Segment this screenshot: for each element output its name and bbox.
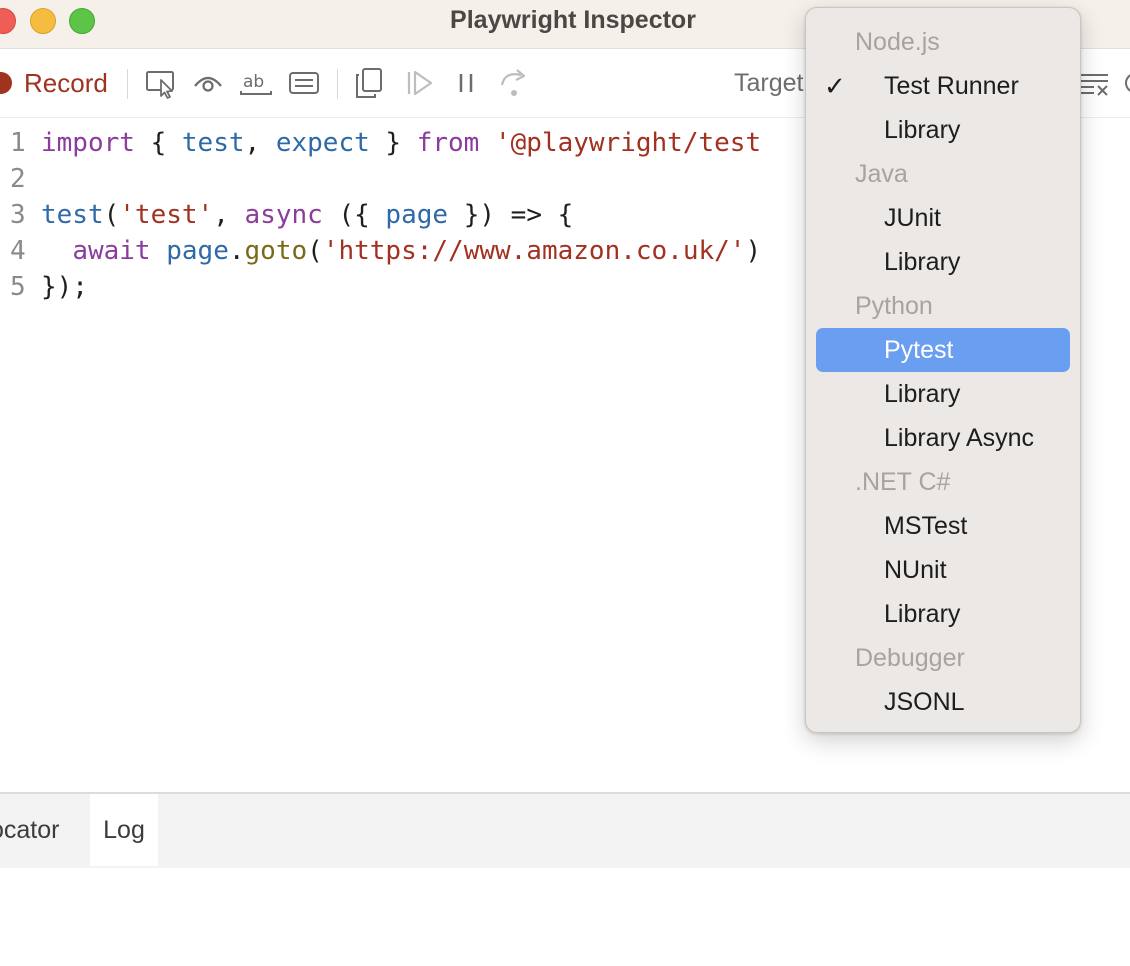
- code-token: page: [385, 200, 449, 230]
- menu-item-library[interactable]: Library: [816, 108, 1070, 152]
- tab-log[interactable]: Log: [90, 794, 158, 866]
- code-token: }: [369, 128, 417, 158]
- code-token: test: [41, 200, 104, 230]
- menu-group-label: Node.js: [855, 28, 940, 56]
- record-button[interactable]: Record: [24, 68, 108, 99]
- code-token: }) => {: [448, 200, 574, 230]
- menu-group-header: .NET C#: [816, 460, 1070, 504]
- code-token: ({: [322, 200, 386, 230]
- code-token: ,: [244, 128, 276, 158]
- toolbar-divider: [127, 69, 128, 99]
- menu-item-label: Test Runner: [884, 72, 1019, 100]
- assert-visibility-icon[interactable]: [191, 67, 225, 99]
- tab-locator[interactable]: ocator: [0, 794, 59, 866]
- menu-item-pytest[interactable]: Pytest: [816, 328, 1070, 372]
- pause-icon[interactable]: [449, 67, 483, 99]
- line-number: 3: [10, 200, 26, 230]
- menu-item-label: MSTest: [884, 512, 968, 540]
- code-token: ): [745, 236, 762, 266]
- code-token: ,: [213, 200, 245, 230]
- line-number: 4: [10, 236, 26, 266]
- record-icon[interactable]: [0, 72, 12, 94]
- line-number: 2: [10, 164, 26, 194]
- menu-item-library-async[interactable]: Library Async: [816, 416, 1070, 460]
- menu-group-label: Java: [855, 160, 908, 188]
- bottom-panel-tabs: ocator Log: [0, 792, 1130, 868]
- menu-item-label: Pytest: [884, 336, 954, 364]
- menu-group-header: Java: [816, 152, 1070, 196]
- code-token: goto: [244, 236, 308, 266]
- svg-text:ab: ab: [243, 72, 264, 92]
- menu-item-label: Library: [884, 380, 961, 408]
- assert-text-icon[interactable]: ab: [239, 67, 273, 99]
- code-token: test: [181, 128, 245, 158]
- clear-icon[interactable]: [1078, 69, 1112, 99]
- menu-group-label: Debugger: [855, 644, 965, 672]
- code-token: '@playwright/test: [495, 128, 762, 158]
- menu-item-label: Library Async: [884, 424, 1035, 452]
- line-number: 1: [10, 128, 26, 158]
- assert-value-icon[interactable]: [287, 67, 321, 99]
- checkmark-icon: ✓: [824, 71, 846, 101]
- menu-item-junit[interactable]: JUnit: [816, 196, 1070, 240]
- menu-item-jsonl[interactable]: JSONL: [816, 680, 1070, 724]
- menu-item-library[interactable]: Library: [816, 240, 1070, 284]
- resume-icon[interactable]: [402, 67, 436, 99]
- menu-group-label: Python: [855, 292, 933, 320]
- menu-item-label: Library: [884, 600, 961, 628]
- step-over-icon[interactable]: [497, 67, 531, 99]
- menu-item-label: Library: [884, 248, 961, 276]
- copy-icon[interactable]: [352, 67, 386, 99]
- menu-item-label: JUnit: [884, 204, 941, 232]
- menu-item-label: Library: [884, 116, 961, 144]
- code-token: .: [228, 236, 245, 266]
- menu-group-header: Debugger: [816, 636, 1070, 680]
- menu-item-nunit[interactable]: NUnit: [816, 548, 1070, 592]
- code-token: 'https://www.amazon.co.uk/': [322, 236, 746, 266]
- menu-item-label: NUnit: [884, 556, 947, 584]
- line-number: 5: [10, 272, 26, 302]
- menu-item-library[interactable]: Library: [816, 592, 1070, 636]
- code-token: async: [244, 200, 323, 230]
- menu-item-mstest[interactable]: MSTest: [816, 504, 1070, 548]
- toolbar-divider: [337, 69, 338, 99]
- target-language-menu: Node.js ✓ Test Runner Library Java JUnit Libra…: [805, 7, 1081, 733]
- inspector-window: Playwright Inspector Record ab Target 1 …: [0, 0, 1130, 966]
- menu-item-test-runner[interactable]: ✓ Test Runner: [816, 64, 1070, 108]
- code-token: import: [41, 128, 135, 158]
- log-panel: [0, 868, 1130, 966]
- code-text: await page.goto('https://www.amazon.co.u…: [41, 233, 761, 269]
- code-token: await: [72, 236, 151, 266]
- menu-group-header: Node.js: [816, 20, 1070, 64]
- settings-icon[interactable]: [1121, 67, 1130, 99]
- code-token: });: [41, 272, 88, 302]
- menu-group-header: Python: [816, 284, 1070, 328]
- menu-item-library[interactable]: Library: [816, 372, 1070, 416]
- code-token: from: [416, 128, 480, 158]
- code-text: test('test', async ({ page }) => {: [41, 197, 573, 233]
- code-token: (: [103, 200, 120, 230]
- code-token: 'test': [119, 200, 214, 230]
- code-token: page: [166, 236, 229, 266]
- target-label: Target: [734, 69, 804, 97]
- menu-group-label: .NET C#: [855, 468, 951, 496]
- pick-locator-icon[interactable]: [144, 67, 178, 99]
- code-token: (: [307, 236, 323, 266]
- code-text: import { test, expect } from '@playwrigh…: [41, 125, 761, 161]
- menu-item-label: JSONL: [884, 688, 965, 716]
- code-token: {: [134, 128, 182, 158]
- code-token: expect: [275, 128, 370, 158]
- code-text: });: [41, 269, 88, 305]
